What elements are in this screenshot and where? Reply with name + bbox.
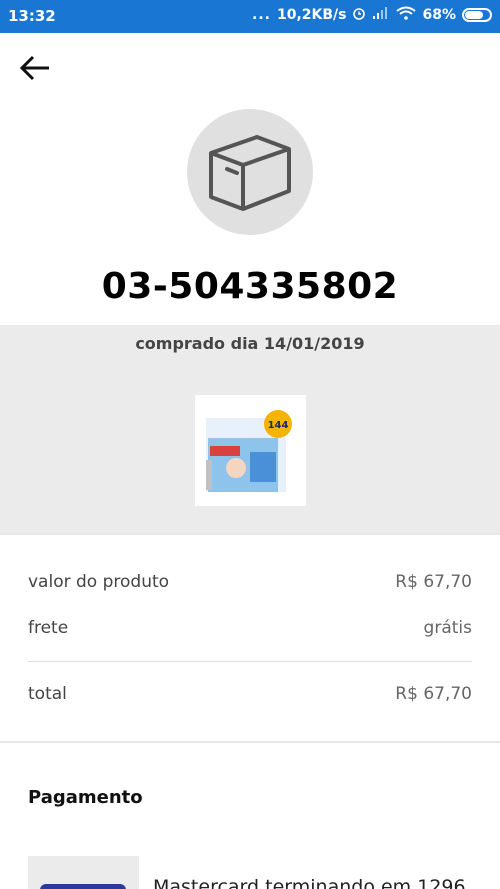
shipping-value: grátis — [423, 618, 472, 638]
product-value-row: valor do produto R$ 67,70 — [28, 572, 472, 592]
shipping-label: frete — [28, 618, 69, 638]
product-image[interactable]: 144 — [195, 395, 306, 506]
divider — [0, 741, 500, 743]
total-row: total R$ 67,70 — [28, 684, 472, 704]
product-value-label: valor do produto — [28, 572, 170, 592]
payment-title: Pagamento — [28, 787, 143, 808]
purchase-date: comprado dia 14/01/2019 — [135, 334, 365, 353]
signal-icon — [372, 6, 390, 24]
status-bar: 13:32 ... 10,2KB/s 68% — [0, 0, 500, 33]
total-value: R$ 67,70 — [395, 684, 472, 704]
notification-dots: ... — [252, 7, 271, 23]
package-box-icon — [187, 109, 313, 235]
network-speed: 10,2KB/s — [276, 7, 347, 23]
payment-card-tile — [28, 856, 139, 889]
battery-icon — [462, 8, 492, 22]
status-indicators: ... 10,2KB/s 68% — [252, 6, 492, 24]
divider — [0, 533, 500, 535]
order-id: 03-504335802 — [101, 266, 399, 307]
payment-card-text: Mastercard terminando em 1296 — [153, 876, 466, 889]
shipping-row: frete grátis — [28, 618, 472, 638]
alarm-icon — [352, 6, 366, 24]
credit-card-icon — [40, 884, 126, 889]
wifi-icon — [396, 6, 417, 24]
status-time: 13:32 — [8, 7, 56, 25]
product-value: R$ 67,70 — [395, 572, 472, 592]
total-label: total — [28, 684, 67, 704]
divider — [28, 661, 472, 662]
arrow-left-icon[interactable] — [18, 52, 54, 84]
battery-percent: 68% — [422, 7, 456, 23]
product-badge: 144 — [267, 420, 288, 431]
